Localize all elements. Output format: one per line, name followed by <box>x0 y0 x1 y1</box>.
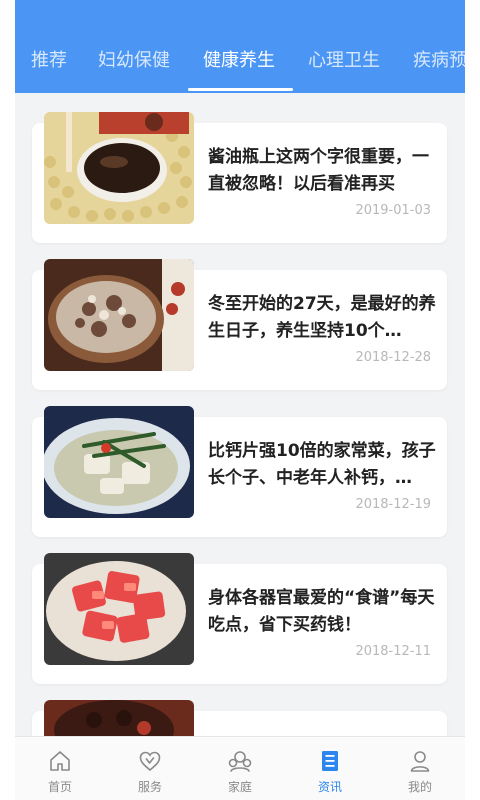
heart-icon <box>139 751 161 772</box>
article-thumbnail <box>44 112 194 224</box>
nav-news-label: 资讯 <box>317 780 342 794</box>
home-icon <box>50 751 70 771</box>
nav-profile[interactable]: 我的 <box>375 737 465 800</box>
article-thumbnail <box>44 700 194 736</box>
nav-service[interactable]: 服务 <box>105 737 195 800</box>
nav-service-label: 服务 <box>137 780 162 794</box>
article-card[interactable]: 冬至开始的27天，是最好的养生日子，养生坚持10个… 2018-12-28 <box>32 259 447 390</box>
tab-disease-prevention[interactable]: 疾病预 <box>413 50 465 72</box>
article-card[interactable]: 酱油瓶上这两个字很重要，一直被忽略！以后看准再买 2019-01-03 <box>32 112 447 243</box>
nav-home[interactable]: 首页 <box>15 737 105 800</box>
nav-family-label: 家庭 <box>227 780 252 794</box>
article-title: 比钙片强10倍的家常菜，孩子长个子、中老年人补钙，… <box>208 441 436 488</box>
article-thumbnail <box>44 259 194 371</box>
article-date: 2018-12-11 <box>355 644 431 659</box>
tab-health-wellness[interactable]: 健康养生 <box>203 50 275 72</box>
news-icon <box>322 751 338 771</box>
article-title: 冬至开始的27天，是最好的养生日子，养生坚持10个… <box>208 294 436 341</box>
tab-recommend[interactable]: 推荐 <box>31 50 67 72</box>
app-screen: 推荐 妇幼保健 健康养生 心理卫生 疾病预 酱油瓶上这两个字很重要，一直被忽略！… <box>15 0 465 800</box>
active-tab-indicator <box>188 88 293 91</box>
article-card[interactable] <box>32 700 447 736</box>
article-date: 2019-01-03 <box>355 203 431 218</box>
tab-maternal-child-health[interactable]: 妇幼保健 <box>98 50 170 72</box>
profile-icon <box>410 751 430 772</box>
bottom-navigation: 首页 服务 家庭 资讯 我的 <box>15 736 465 800</box>
article-date: 2018-12-19 <box>355 497 431 512</box>
article-thumbnail <box>44 553 194 665</box>
family-icon <box>228 751 252 772</box>
nav-home-label: 首页 <box>47 780 72 794</box>
article-date: 2018-12-28 <box>355 350 431 365</box>
nav-profile-label: 我的 <box>407 780 432 794</box>
article-list[interactable]: 酱油瓶上这两个字很重要，一直被忽略！以后看准再买 2019-01-03 冬至开始… <box>15 93 465 736</box>
article-title: 身体各器官最爱的“食谱”每天吃点，省下买药钱！ <box>208 588 435 635</box>
article-card[interactable]: 比钙片强10倍的家常菜，孩子长个子、中老年人补钙，… 2018-12-19 <box>32 406 447 537</box>
tab-mental-health[interactable]: 心理卫生 <box>308 50 380 72</box>
top-bar: 推荐 妇幼保健 健康养生 心理卫生 疾病预 <box>15 0 465 93</box>
article-thumbnail <box>44 406 194 518</box>
article-card[interactable]: 身体各器官最爱的“食谱”每天吃点，省下买药钱！ 2018-12-11 <box>32 553 447 684</box>
nav-family[interactable]: 家庭 <box>195 737 285 800</box>
nav-news[interactable]: 资讯 <box>285 737 375 800</box>
article-title: 酱油瓶上这两个字很重要，一直被忽略！以后看准再买 <box>208 147 429 194</box>
category-tabs: 推荐 妇幼保健 健康养生 心理卫生 疾病预 <box>15 34 465 93</box>
